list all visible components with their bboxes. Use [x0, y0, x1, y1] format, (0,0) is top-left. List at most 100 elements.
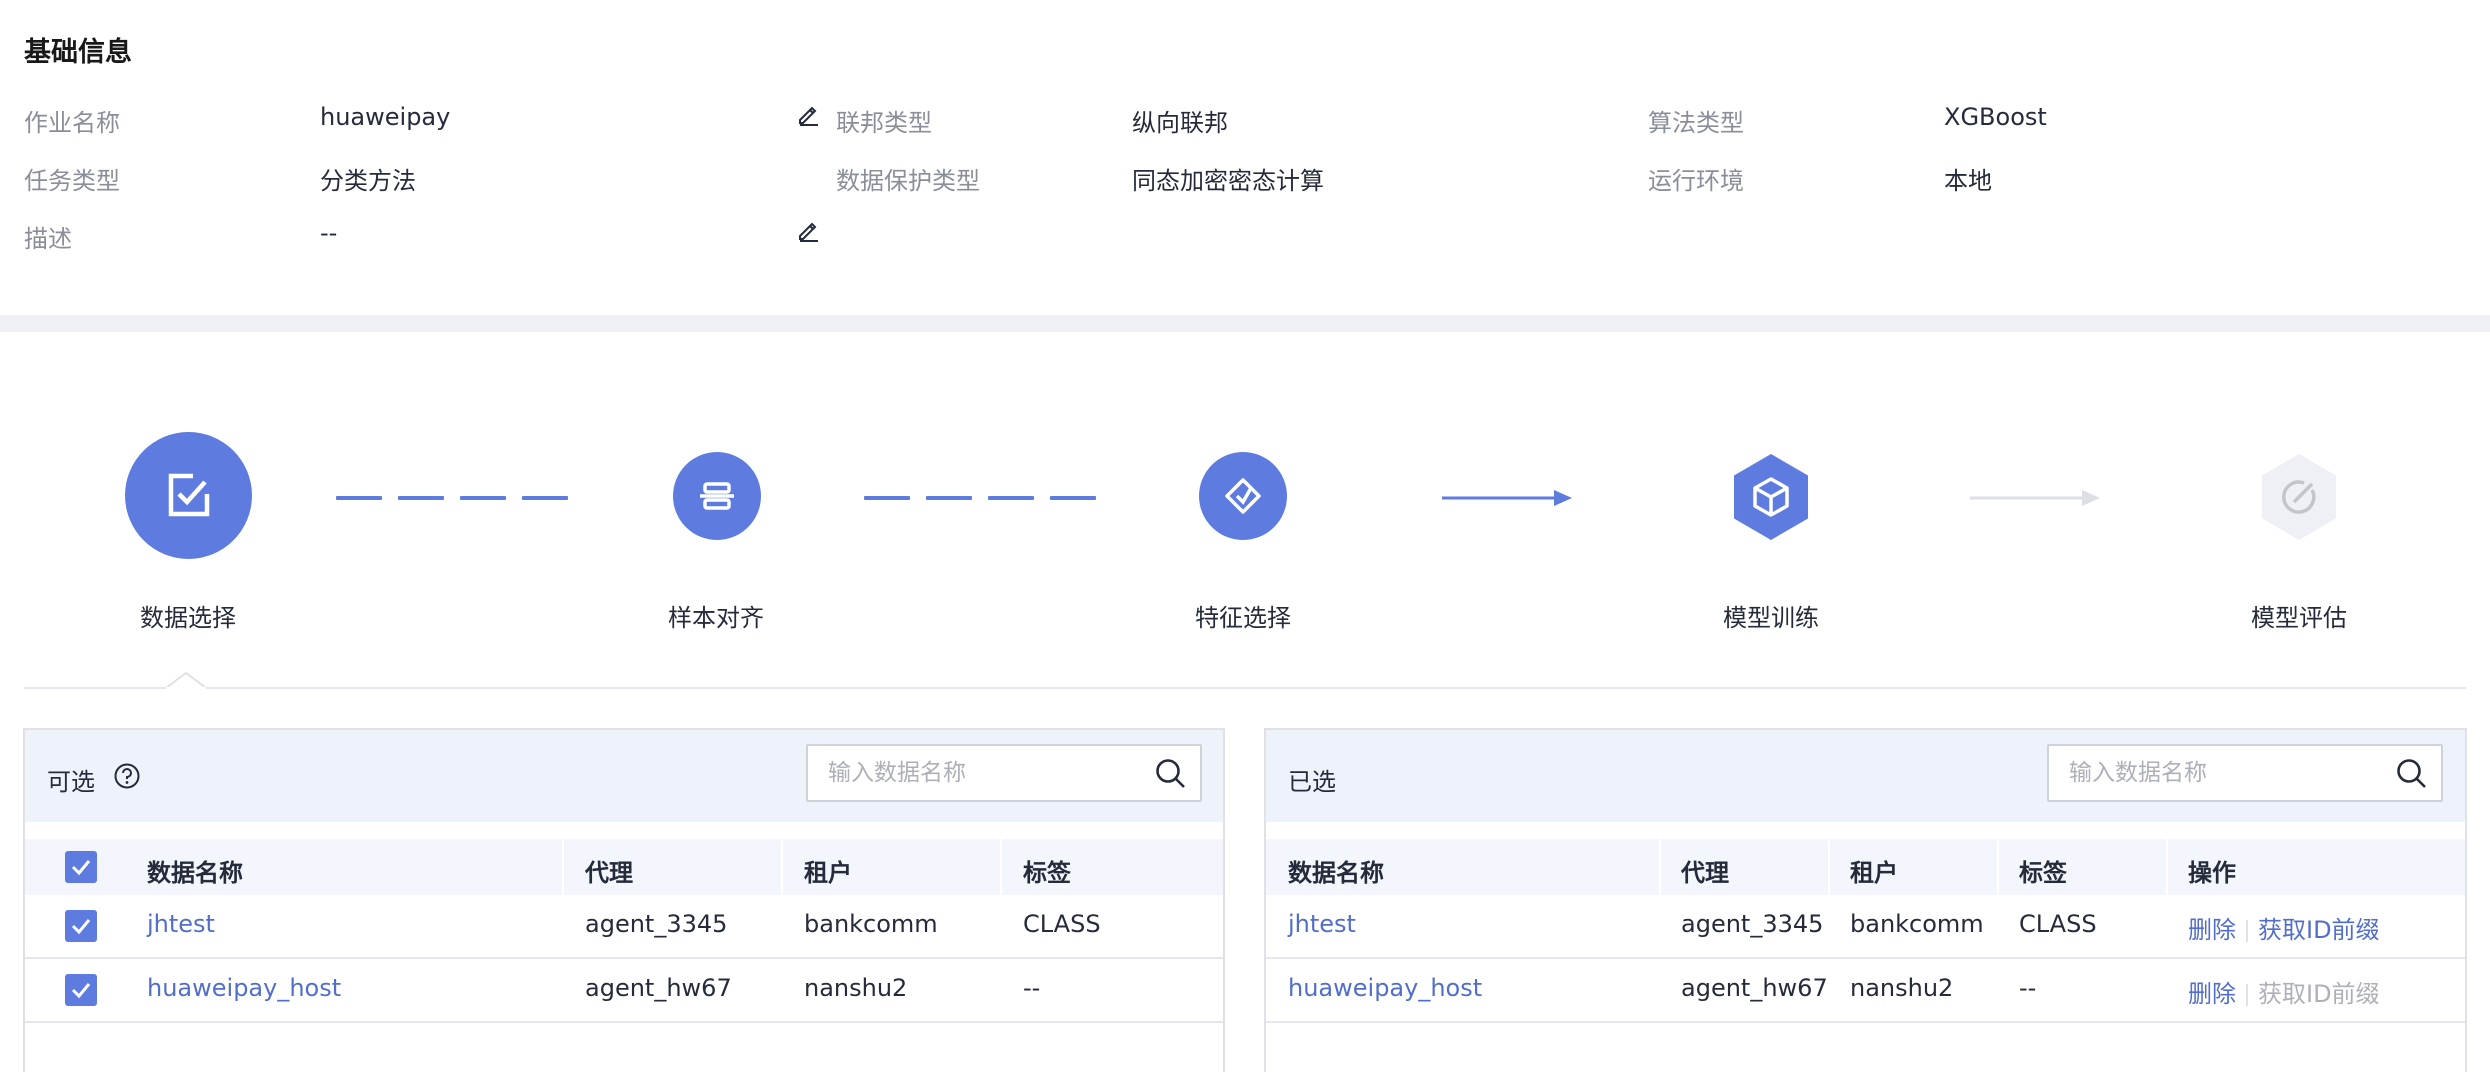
selected-search-box — [2047, 744, 2443, 802]
available-data-panel: 可选 数据名称 代理 租户 标签 jhtest agent_334 — [23, 728, 1225, 1072]
description-value: -- — [320, 219, 338, 247]
get-id-prefix-button[interactable]: 获取ID前缀 — [2258, 916, 2380, 944]
task-type-value: 分类方法 — [320, 167, 416, 195]
step-label-sample-alignment: 样本对齐 — [668, 604, 764, 632]
federation-type-value: 纵向联邦 — [1132, 109, 1228, 137]
step-data-selection[interactable] — [125, 432, 252, 559]
table-header: 数据名称 代理 租户 标签 操作 — [1266, 839, 2465, 895]
data-name-link[interactable]: jhtest — [1288, 910, 1356, 938]
table-row[interactable]: huaweipay_host agent_hw67 nanshu2 -- — [25, 959, 1223, 1023]
delete-button[interactable]: 删除 — [2188, 916, 2236, 944]
step-model-training[interactable] — [1724, 450, 1818, 544]
table-row[interactable]: jhtest agent_3345 bankcomm CLASS — [25, 895, 1223, 959]
available-search-box — [806, 744, 1202, 802]
section-title: 基础信息 — [24, 37, 132, 68]
selected-data-panel: 已选 数据名称 代理 租户 标签 操作 jhtest agent_3345 ba… — [1264, 728, 2467, 1072]
column-header-name: 数据名称 — [147, 859, 243, 887]
connector-arrow-disabled — [1970, 490, 2100, 506]
connector-dash — [864, 496, 910, 500]
step-model-evaluation[interactable] — [2252, 450, 2346, 544]
check-icon — [71, 919, 91, 935]
edit-description-icon[interactable] — [796, 217, 822, 243]
step-feature-selection[interactable] — [1199, 452, 1287, 540]
available-search-input[interactable] — [808, 746, 1138, 800]
data-protection-label: 数据保护类型 — [836, 167, 980, 195]
tenant-cell: nanshu2 — [1850, 974, 1954, 1002]
tenant-cell: bankcomm — [1850, 910, 1984, 938]
panel-title: 已选 — [1288, 768, 1336, 796]
data-protection-value: 同态加密密态计算 — [1132, 167, 1324, 195]
agent-cell: agent_hw67 — [1681, 974, 1828, 1002]
agent-cell: agent_hw67 — [585, 974, 732, 1002]
column-header-tag: 标签 — [2019, 859, 2067, 887]
tag-cell: -- — [1023, 974, 1041, 1002]
runtime-env-value: 本地 — [1944, 167, 1992, 195]
column-separator — [781, 839, 783, 895]
connector-dash — [398, 496, 444, 500]
help-icon[interactable] — [113, 762, 141, 790]
column-header-name: 数据名称 — [1288, 859, 1384, 887]
tenant-cell: nanshu2 — [804, 974, 908, 1002]
action-separator — [2246, 984, 2248, 1006]
selected-search-input[interactable] — [2049, 746, 2379, 800]
column-header-tenant: 租户 — [804, 859, 852, 887]
column-separator — [1828, 839, 1830, 895]
connector-dash — [1050, 496, 1096, 500]
column-header-agent: 代理 — [1681, 859, 1729, 887]
column-header-agent: 代理 — [585, 859, 633, 887]
tag-cell: CLASS — [1023, 910, 1101, 938]
row-checkbox[interactable] — [65, 974, 97, 1006]
actions-cell: 删除 获取ID前缀 — [2188, 974, 2380, 1009]
step-label-data-selection: 数据选择 — [140, 604, 236, 632]
task-type-label: 任务类型 — [24, 167, 120, 195]
connector-arrow — [1442, 490, 1572, 506]
column-header-tag: 标签 — [1023, 859, 1071, 887]
active-step-pointer — [166, 672, 206, 690]
job-name-value: huaweipay — [320, 103, 451, 131]
delete-button[interactable]: 删除 — [2188, 980, 2236, 1008]
federation-type-label: 联邦类型 — [836, 109, 932, 137]
runtime-env-label: 运行环境 — [1648, 167, 1744, 195]
search-icon[interactable] — [1154, 757, 1186, 789]
step-label-model-training: 模型训练 — [1723, 604, 1819, 632]
check-icon — [71, 860, 91, 876]
step-label-model-evaluation: 模型评估 — [2251, 604, 2347, 632]
tag-cell: CLASS — [2019, 910, 2097, 938]
connector-dash — [522, 496, 568, 500]
data-name-link[interactable]: huaweipay_host — [1288, 974, 1482, 1002]
column-separator — [2166, 839, 2168, 895]
feature-icon — [1225, 478, 1261, 514]
column-header-tenant: 租户 — [1850, 859, 1898, 887]
column-separator — [562, 839, 564, 895]
check-icon — [71, 983, 91, 999]
column-separator — [1659, 839, 1661, 895]
table-row: jhtest agent_3345 bankcomm CLASS 删除 获取ID前… — [1266, 895, 2465, 959]
data-name-link[interactable]: jhtest — [147, 910, 215, 938]
select-all-checkbox[interactable] — [65, 851, 97, 883]
section-divider — [0, 315, 2490, 332]
row-checkbox[interactable] — [65, 910, 97, 942]
table-header: 数据名称 代理 租户 标签 — [25, 839, 1223, 895]
basic-info-section: 基础信息 作业名称 huaweipay 任务类型 分类方法 描述 -- 联邦类型… — [0, 0, 2490, 315]
get-id-prefix-button-disabled: 获取ID前缀 — [2258, 980, 2380, 1008]
stepper-divider — [24, 687, 2466, 689]
algorithm-type-value: XGBoost — [1944, 103, 2047, 131]
connector-dash — [336, 496, 382, 500]
action-separator — [2246, 920, 2248, 942]
align-icon — [700, 482, 734, 510]
step-label-feature-selection: 特征选择 — [1195, 604, 1291, 632]
step-sample-alignment[interactable] — [673, 452, 761, 540]
tenant-cell: bankcomm — [804, 910, 938, 938]
data-name-link[interactable]: huaweipay_host — [147, 974, 341, 1002]
connector-dash — [988, 496, 1034, 500]
description-label: 描述 — [24, 225, 72, 253]
column-separator — [1997, 839, 1999, 895]
tag-cell: -- — [2019, 974, 2037, 1002]
edit-job-name-icon[interactable] — [796, 101, 822, 127]
connector-dash — [460, 496, 506, 500]
panel-title: 可选 — [47, 768, 95, 796]
column-header-actions: 操作 — [2188, 859, 2236, 887]
agent-cell: agent_3345 — [585, 910, 728, 938]
column-separator — [1000, 839, 1002, 895]
search-icon[interactable] — [2395, 757, 2427, 789]
